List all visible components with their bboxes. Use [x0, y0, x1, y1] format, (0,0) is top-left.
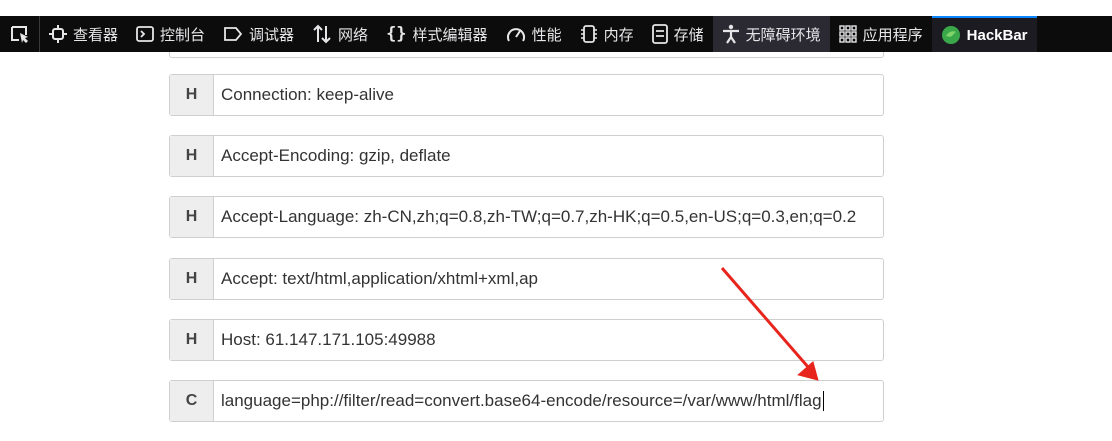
- tab-network[interactable]: 网络: [303, 16, 377, 52]
- tab-application[interactable]: 应用程序: [830, 16, 932, 52]
- header-row: H Accept: text/html,application/xhtml+xm…: [169, 258, 884, 300]
- tab-accessibility[interactable]: 无障碍环境: [712, 16, 830, 52]
- cookie-input[interactable]: language=php://filter/read=convert.base6…: [214, 381, 883, 421]
- header-input[interactable]: Connection: keep-alive: [214, 75, 883, 115]
- tab-label: 网络: [338, 25, 369, 44]
- inspector-icon: [49, 25, 67, 43]
- row-type-toggle[interactable]: H: [170, 75, 214, 115]
- previous-row-edge: [169, 52, 884, 58]
- performance-icon: [506, 28, 525, 42]
- row-type-toggle[interactable]: C: [170, 381, 214, 421]
- tab-label: 性能: [531, 25, 562, 44]
- tab-label: 查看器: [73, 25, 119, 44]
- tab-inspector[interactable]: 查看器: [40, 16, 127, 52]
- cookie-row: C language=php://filter/read=convert.bas…: [169, 380, 884, 422]
- header-row: H Accept-Encoding: gzip, deflate: [169, 135, 884, 177]
- storage-icon: [651, 24, 668, 44]
- tab-label: 应用程序: [862, 25, 923, 44]
- row-type-toggle[interactable]: H: [170, 259, 214, 299]
- cookie-value: language=php://filter/read=convert.base6…: [221, 391, 822, 410]
- network-icon: [313, 24, 331, 44]
- tab-label: HackBar: [966, 26, 1028, 44]
- row-type-toggle[interactable]: H: [170, 136, 214, 176]
- top-strip: [0, 0, 1112, 16]
- header-row: H Accept-Language: zh-CN,zh;q=0.8,zh-TW;…: [169, 196, 884, 238]
- row-type-toggle[interactable]: H: [170, 197, 214, 237]
- tab-debugger[interactable]: 调试器: [214, 16, 303, 52]
- hackbar-panel: H Connection: keep-alive H Accept-Encodi…: [0, 52, 1112, 441]
- devtools-toolbar: 查看器 控制台 调试器 网络 {} 样式编辑器 性能 内存 存储 无障碍环境 应…: [0, 16, 1112, 52]
- debugger-icon: [224, 27, 243, 41]
- header-input[interactable]: Accept-Language: zh-CN,zh;q=0.8,zh-TW;q=…: [214, 197, 883, 237]
- tab-label: 内存: [603, 25, 634, 44]
- text-caret: [822, 391, 824, 411]
- header-input[interactable]: Accept-Encoding: gzip, deflate: [214, 136, 883, 176]
- header-input[interactable]: Accept: text/html,application/xhtml+xml,…: [214, 259, 883, 299]
- tab-hackbar[interactable]: HackBar: [931, 16, 1037, 52]
- memory-icon: [580, 25, 597, 43]
- tab-label: 调试器: [249, 25, 295, 44]
- application-icon: [838, 25, 857, 43]
- tab-label: 控制台: [160, 25, 206, 44]
- tab-style-editor[interactable]: {} 样式编辑器: [377, 16, 497, 52]
- accessibility-icon: [722, 24, 739, 44]
- header-input[interactable]: Host: 61.147.171.105:49988: [214, 320, 883, 360]
- tab-label: 存储: [673, 25, 704, 44]
- header-row: H Connection: keep-alive: [169, 74, 884, 116]
- header-row: H Host: 61.147.171.105:49988: [169, 319, 884, 361]
- element-picker-icon: [10, 26, 28, 43]
- console-icon: [136, 26, 154, 42]
- row-type-toggle[interactable]: H: [170, 320, 214, 360]
- tab-label: 样式编辑器: [412, 25, 488, 44]
- tab-performance[interactable]: 性能: [497, 16, 571, 52]
- tab-console[interactable]: 控制台: [127, 16, 214, 52]
- hackbar-icon: [941, 26, 960, 44]
- style-editor-icon: {}: [386, 24, 407, 44]
- tab-storage[interactable]: 存储: [643, 16, 713, 52]
- element-picker-button[interactable]: [0, 16, 40, 52]
- tab-memory[interactable]: 内存: [571, 16, 643, 52]
- tab-label: 无障碍环境: [745, 25, 821, 44]
